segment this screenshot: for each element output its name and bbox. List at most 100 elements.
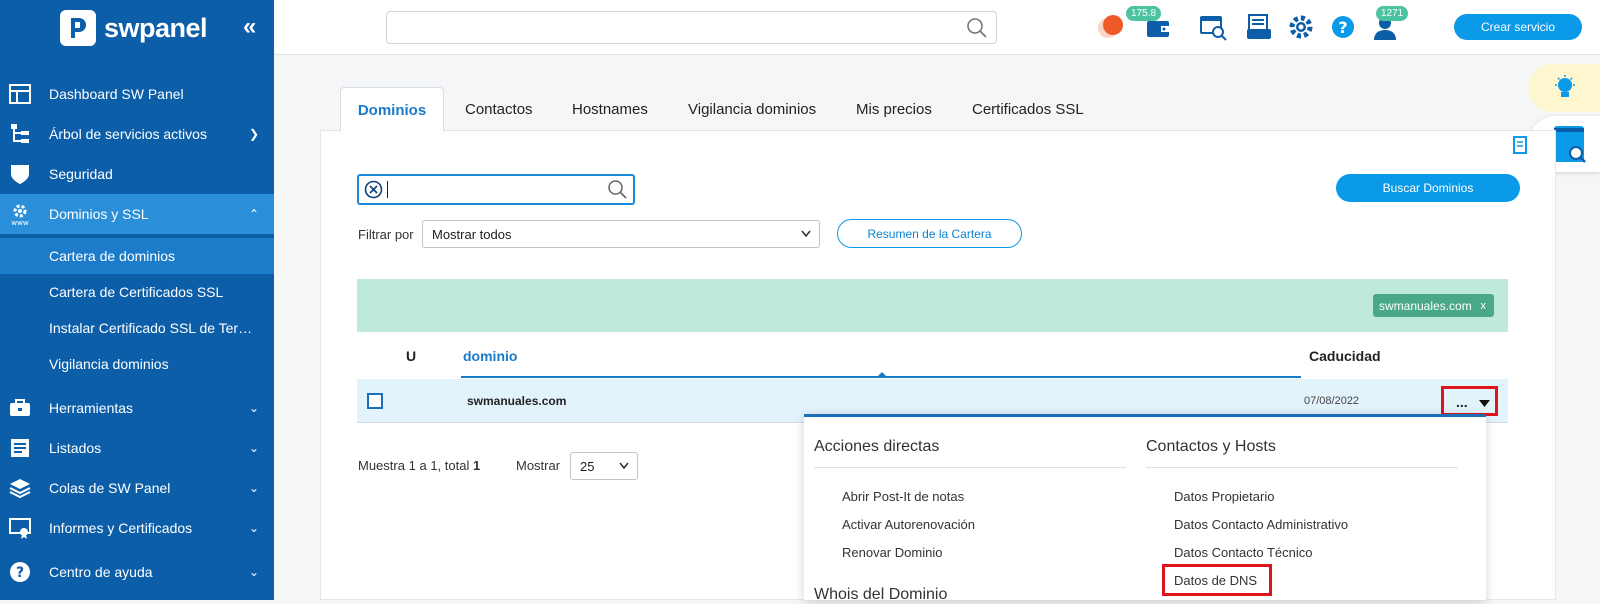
filter-chip-label: swmanuales.com (1379, 298, 1472, 313)
lightbulb-icon (1555, 75, 1575, 97)
sidebar-item-listings[interactable]: Listados ⌄ (0, 428, 274, 468)
notifications-icon[interactable] (1096, 12, 1126, 42)
search-domains-button[interactable]: Buscar Dominios (1336, 174, 1520, 202)
brand-logo[interactable]: swpanel (60, 10, 208, 46)
collapse-sidebar-icon[interactable]: « (243, 13, 256, 41)
page-size-select[interactable]: 25 (570, 452, 638, 480)
user-badge: 1271 (1376, 6, 1409, 21)
sidebar-item-dashboard[interactable]: Dashboard SW Panel (0, 74, 274, 114)
whois-heading: Whois del Dominio (814, 586, 948, 603)
sidebar-item-label: Árbol de servicios activos (49, 126, 207, 142)
help-icon[interactable]: ? (1328, 12, 1358, 42)
svg-text:?: ? (1338, 18, 1347, 37)
sidebar-item-label: Herramientas (49, 400, 134, 416)
certificate-icon (9, 518, 31, 539)
row-actions-menu[interactable]: ... (1456, 394, 1468, 410)
menu-item-tech-contact[interactable]: Datos Contacto Técnico (1174, 545, 1313, 560)
pager-to-word: a (419, 458, 427, 473)
wallet-badge: 175.8 (1126, 6, 1162, 21)
chevron-down-icon: ⌄ (249, 565, 260, 579)
domain-search-input[interactable] (357, 174, 635, 205)
pager-total-label: , total (437, 458, 470, 473)
sort-caret-icon (876, 372, 888, 378)
column-header-expiry[interactable]: Caducidad (1309, 348, 1381, 364)
sidebar-subitem-label: Cartera de dominios (49, 248, 176, 264)
row-expiry: 07/08/2022 (1304, 395, 1360, 407)
sidebar-subitem-label: Cartera de Certificados SSL (49, 284, 224, 300)
sidebar-subitem-domain-portfolio[interactable]: Cartera de dominios (0, 238, 274, 274)
sidebar-item-tools[interactable]: Herramientas ⌄ (0, 388, 274, 428)
tab-contactos[interactable]: Contactos (465, 87, 533, 132)
sidebar-item-services-tree[interactable]: Árbol de servicios activos ❯ (0, 114, 274, 154)
divider (814, 467, 1126, 468)
sidebar-subitem-ssl-portfolio[interactable]: Cartera de Certificados SSL (0, 274, 274, 310)
portfolio-summary-button[interactable]: Resumen de la Cartera (837, 219, 1022, 248)
www-gear-icon: www (11, 204, 29, 226)
global-search-input[interactable] (386, 11, 997, 44)
tips-widget[interactable] (1528, 64, 1600, 112)
shield-icon (11, 165, 29, 184)
tab-vigilancia-dominios[interactable]: Vigilancia dominios (688, 87, 816, 132)
filter-select[interactable]: Mostrar todos (422, 220, 820, 248)
page-size-value: 25 (580, 458, 595, 474)
create-service-button[interactable]: Crear servicio (1454, 14, 1582, 40)
row-domain[interactable]: swmanuales.com (467, 394, 566, 408)
menu-item-open-postit[interactable]: Abrir Post-It de notas (842, 489, 964, 504)
column-header-domain[interactable]: dominio (463, 348, 517, 364)
menu-item-activate-autorenew[interactable]: Activar Autorenovación (842, 517, 975, 532)
tab-certificados-ssl[interactable]: Certificados SSL (972, 87, 1084, 132)
svg-text:?: ? (16, 565, 24, 581)
tab-mis-precios[interactable]: Mis precios (856, 87, 932, 132)
page-size-label: Mostrar (516, 458, 561, 473)
active-filters-bar (357, 279, 1508, 332)
sidebar-subitem-label: Vigilancia dominios (49, 356, 169, 372)
chevron-down-icon: ⌄ (249, 521, 260, 535)
caret-down-icon[interactable] (1479, 400, 1490, 407)
pager-to: 1 (430, 458, 438, 473)
search-icon[interactable] (966, 17, 988, 39)
chevron-up-icon: ⌃ (249, 207, 260, 221)
pager-prefix: Muestra (358, 458, 405, 473)
row-checkbox[interactable] (367, 393, 383, 409)
window-search-icon[interactable] (1198, 12, 1228, 42)
document-icon[interactable] (1513, 136, 1527, 154)
remove-filter-icon[interactable]: x (1481, 300, 1487, 312)
pager-total: 1 (472, 458, 481, 473)
sidebar-item-label: Colas de SW Panel (49, 480, 171, 496)
sidebar-subitem-label: Instalar Certificado SSL de Ter… (49, 320, 253, 336)
sidebar-item-label: Dashboard SW Panel (49, 86, 184, 102)
menu-item-admin-contact[interactable]: Datos Contacto Administrativo (1174, 517, 1348, 532)
brand-name: swpanel (104, 12, 208, 43)
sidebar-subitem-install-ssl[interactable]: Instalar Certificado SSL de Ter… (0, 310, 274, 346)
tab-dominios[interactable]: Dominios (340, 87, 444, 132)
column-header-u[interactable]: U (406, 348, 416, 364)
menu-item-renew-domain[interactable]: Renovar Dominio (842, 545, 942, 560)
pager-from: 1 (408, 458, 416, 473)
tab-hostnames[interactable]: Hostnames (572, 87, 648, 132)
svg-text:www: www (11, 219, 28, 226)
search-icon[interactable] (607, 179, 628, 200)
help-icon: ? (10, 562, 30, 582)
sidebar-item-label: Dominios y SSL (49, 206, 149, 222)
sidebar-item-queues[interactable]: Colas de SW Panel ⌄ (0, 468, 274, 508)
chevron-down-icon: ⌄ (249, 441, 260, 455)
settings-gear-icon[interactable] (1286, 12, 1316, 42)
invoice-icon[interactable] (1244, 12, 1274, 42)
top-bar: 175.8 ? 1271 Crear servicio (274, 0, 1600, 55)
sidebar-item-label: Seguridad (49, 166, 113, 182)
sidebar-item-reports[interactable]: Informes y Certificados ⌄ (0, 508, 274, 548)
book-search-icon (1554, 126, 1586, 163)
sidebar-item-help-center[interactable]: ? Centro de ayuda ⌄ (0, 552, 274, 592)
sidebar-item-security[interactable]: Seguridad (0, 154, 274, 194)
chevron-down-icon (619, 462, 629, 470)
sidebar-item-label: Listados (49, 440, 102, 456)
dashboard-icon (9, 84, 31, 104)
sidebar: swpanel « Dashboard SW Panel Árbol de se… (0, 0, 274, 600)
menu-item-owner-data[interactable]: Datos Propietario (1174, 489, 1274, 504)
contacts-hosts-heading: Contactos y Hosts (1146, 438, 1276, 455)
sidebar-subitem-domain-watch[interactable]: Vigilancia dominios (0, 346, 274, 382)
clear-circle-icon[interactable] (364, 180, 383, 199)
sidebar-item-domains-ssl[interactable]: www Dominios y SSL ⌃ (0, 194, 274, 234)
text-cursor (387, 181, 388, 198)
filter-chip[interactable]: swmanuales.com x (1373, 294, 1494, 317)
